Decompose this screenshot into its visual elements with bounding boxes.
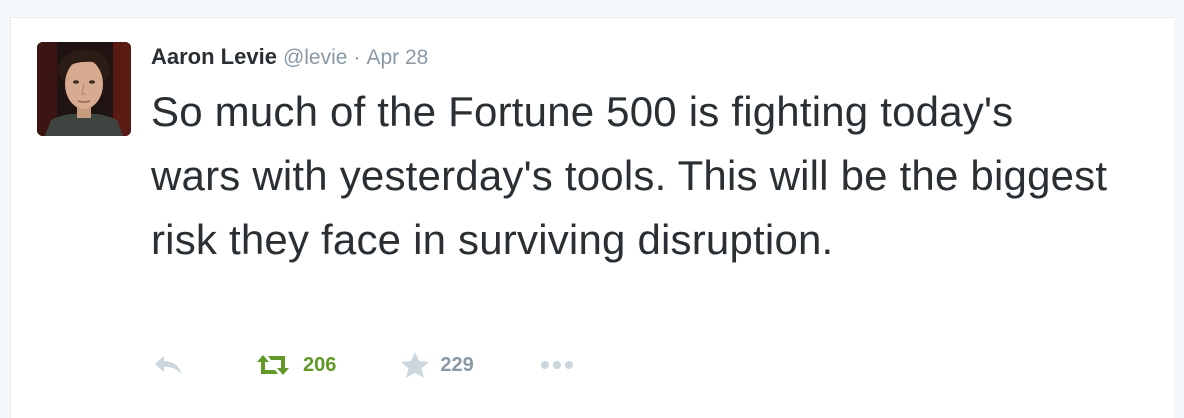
tweet-timestamp[interactable]: Apr 28 [366, 46, 428, 70]
favorite-count: 229 [440, 353, 474, 376]
star-icon [401, 352, 430, 378]
header-separator: · [353, 46, 361, 69]
tweet-actions: 206 229 [151, 348, 574, 382]
avatar[interactable] [37, 42, 131, 136]
favorite-button[interactable]: 229 [400, 351, 474, 379]
tweet-header: Aaron Levie @levie · Apr 28 [151, 44, 428, 70]
tweet-text: So much of the Fortune 500 is fighting t… [151, 88, 1108, 263]
retweet-button[interactable]: 206 [253, 353, 336, 377]
reply-button[interactable] [153, 353, 183, 377]
author-handle[interactable]: @levie [283, 46, 348, 70]
more-dots-icon [540, 361, 573, 369]
tweet-card: Aaron Levie @levie · Apr 28 So much of t… [10, 17, 1174, 418]
avatar-image [37, 42, 131, 136]
retweet-count: 206 [303, 353, 337, 376]
reply-icon [155, 356, 181, 374]
retweet-icon [257, 355, 289, 375]
author-name[interactable]: Aaron Levie [151, 44, 277, 70]
more-button[interactable] [540, 359, 574, 371]
